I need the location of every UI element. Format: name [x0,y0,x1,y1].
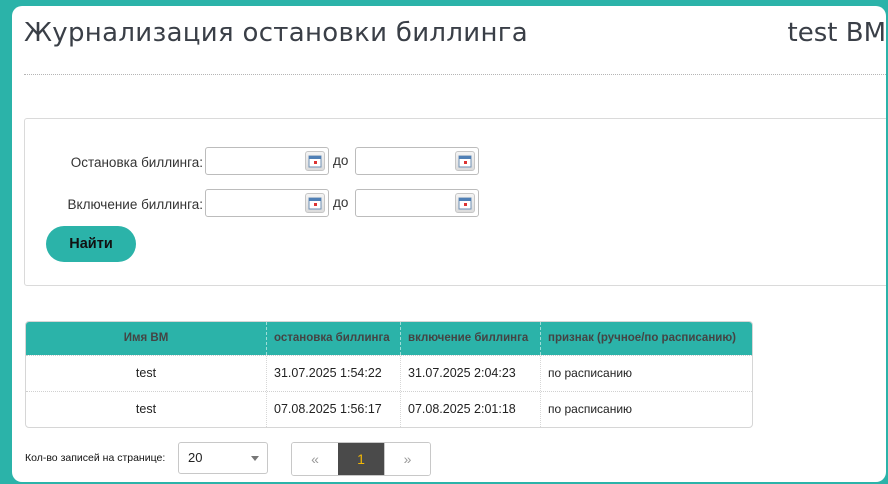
current-page-button[interactable]: 1 [338,443,384,475]
cell-billing-start: 31.07.2025 2:04:23 [401,356,541,391]
column-header-billing-start[interactable]: включение биллинга [401,322,541,355]
vm-name-heading: test BM [787,18,886,48]
table-row: test 31.07.2025 1:54:22 31.07.2025 2:04:… [26,355,752,391]
column-header-billing-stop[interactable]: остановка биллинга [267,322,401,355]
cell-mode: по расписанию [548,366,633,380]
cell-billing-stop: 31.07.2025 1:54:22 [267,356,401,391]
chevron-down-icon [251,456,259,461]
pagination: « 1 » [291,442,431,476]
per-page-value: 20 [188,450,203,465]
billing-stop-to-label: до [333,153,349,168]
billing-start-to-input[interactable] [355,189,479,217]
main-window: Журнализация остановки биллинга test BM … [12,6,886,482]
table-row: test 07.08.2025 1:56:17 07.08.2025 2:01:… [26,391,752,427]
prev-page-button[interactable]: « [292,443,338,475]
cell-mode: по расписанию [548,402,633,416]
billing-stop-to-input[interactable] [355,147,479,175]
column-header-vm-name[interactable]: Имя ВМ [26,322,267,355]
billing-log-table: Имя ВМ остановка биллинга включение билл… [25,321,753,428]
cell-billing-start: 07.08.2025 2:01:18 [401,392,541,427]
calendar-icon[interactable] [455,151,475,171]
cell-vm-name: test [26,356,267,391]
filter-panel: Остановка биллинга: до Включение биллинг… [24,118,886,286]
column-header-mode[interactable]: признак (ручное/по расписанию) [541,322,752,355]
per-page-select[interactable]: 20 [178,442,268,474]
billing-stop-from-input[interactable] [205,147,329,175]
table-header: Имя ВМ остановка биллинга включение билл… [26,322,752,355]
per-page-label: Кол-во записей на странице: [25,452,166,464]
billing-stop-label: Остановка биллинга: [70,155,203,170]
page-title: Журнализация остановки биллинга [24,18,528,48]
calendar-icon[interactable] [305,151,325,171]
billing-start-label: Включение биллинга: [67,197,203,212]
calendar-icon[interactable] [305,193,325,213]
calendar-icon[interactable] [455,193,475,213]
next-page-button[interactable]: » [384,443,430,475]
find-button[interactable]: Найти [46,226,136,262]
title-divider [24,74,886,75]
cell-billing-stop: 07.08.2025 1:56:17 [267,392,401,427]
billing-start-to-label: до [333,195,349,210]
cell-vm-name: test [26,392,267,427]
billing-start-from-input[interactable] [205,189,329,217]
